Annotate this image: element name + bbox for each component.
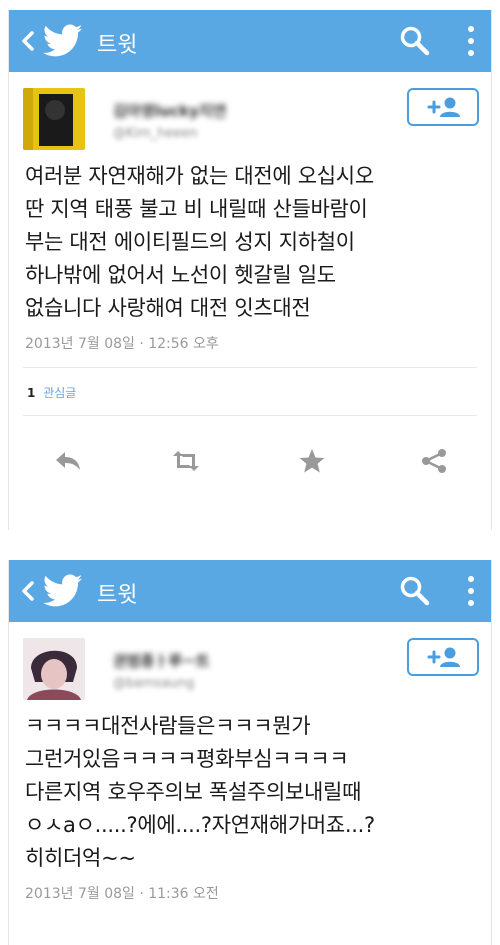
follow-button[interactable] xyxy=(407,88,479,126)
tweet-text: ㅋㅋㅋㅋ대전사람들은ㅋㅋㅋ뭔가 그런거있음ㅋㅋㅋㅋ평화부심ㅋㅋㅋㅋ 다른지역 호… xyxy=(25,714,375,870)
back-arrow-icon[interactable] xyxy=(21,581,35,601)
more-vertical-icon[interactable] xyxy=(467,574,475,608)
user-name[interactable]: 김아영lucky지연 xyxy=(113,100,226,121)
app-bar: 트윗 xyxy=(9,10,491,72)
twitter-bird-icon xyxy=(43,24,83,57)
app-bar: 트윗 xyxy=(9,560,491,622)
tweet-header: 김아영lucky지연 @Kim_heeen xyxy=(9,72,491,160)
more-vertical-icon[interactable] xyxy=(467,24,475,58)
divider xyxy=(23,367,477,368)
add-user-icon xyxy=(427,97,460,117)
tweet-timestamp: 2013년 7월 08일 · 12:56 오후 xyxy=(25,336,219,352)
panel-gap xyxy=(0,530,500,560)
retweet-icon[interactable] xyxy=(171,448,201,474)
user-handle: @bamsaung xyxy=(113,676,195,691)
reply-icon[interactable] xyxy=(53,448,83,474)
search-icon[interactable] xyxy=(399,25,431,57)
favorite-star-icon[interactable] xyxy=(297,448,327,474)
favorites-stat[interactable]: 1 관심글 xyxy=(27,384,473,401)
search-icon[interactable] xyxy=(399,575,431,607)
share-icon[interactable] xyxy=(419,448,449,474)
favorites-count: 1 xyxy=(27,386,36,400)
twitter-bird-icon xyxy=(43,574,83,607)
tweet-panel-2: 트윗 권범종ㅏ루ㅡ트 @bamsaung ㅋㅋㅋㅋ대전사람들은ㅋㅋㅋ뭔가 그런거… xyxy=(8,560,492,945)
avatar[interactable] xyxy=(23,88,85,150)
app-bar-title: 트윗 xyxy=(97,583,138,608)
divider xyxy=(23,415,477,416)
app-bar-title: 트윗 xyxy=(97,33,138,58)
user-name[interactable]: 권범종ㅏ루ㅡ트 xyxy=(113,650,210,671)
user-handle: @Kim_heeen xyxy=(113,126,198,141)
tweet-text: 여러분 자연재해가 없는 대전에 오십시오 딴 지역 태풍 불고 비 내릴때 산… xyxy=(25,164,374,320)
tweet-actions xyxy=(9,430,491,490)
add-user-icon xyxy=(427,647,460,667)
avatar[interactable] xyxy=(23,638,85,700)
favorites-label: 관심글 xyxy=(43,386,77,400)
tweet-header: 권범종ㅏ루ㅡ트 @bamsaung xyxy=(9,622,491,710)
tweet-timestamp: 2013년 7월 08일 · 11:36 오전 xyxy=(25,886,219,902)
follow-button[interactable] xyxy=(407,638,479,676)
back-arrow-icon[interactable] xyxy=(21,31,35,51)
tweet-panel-1: 트윗 김아영lucky지연 @Kim_heeen 여러분 자연재해가 없는 대전… xyxy=(8,10,492,530)
